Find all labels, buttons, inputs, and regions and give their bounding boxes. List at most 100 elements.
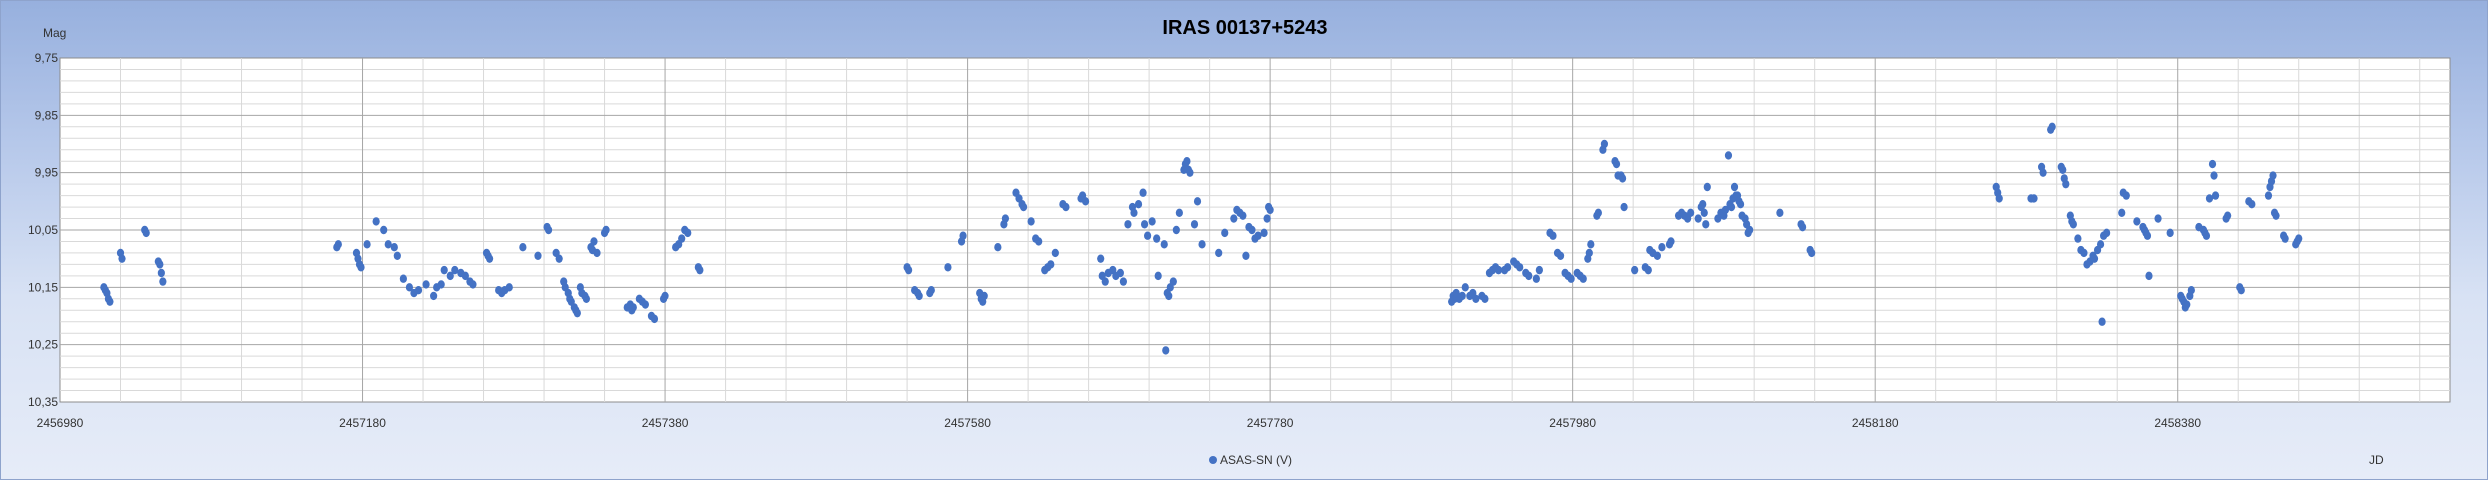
data-point [1239, 211, 1247, 220]
data-point [142, 228, 150, 238]
data-point [1027, 217, 1035, 226]
data-point [1198, 240, 1206, 249]
data-point [519, 243, 527, 252]
data-point [106, 297, 114, 306]
data-point [390, 243, 398, 252]
data-point [1516, 263, 1524, 272]
data-point [414, 286, 423, 295]
data-point [1140, 220, 1149, 229]
data-point [1746, 225, 1754, 235]
data-point [1154, 271, 1162, 281]
data-point [1165, 291, 1173, 301]
data-point [1266, 205, 1274, 215]
data-point [1481, 294, 1489, 303]
data-point [1702, 220, 1710, 229]
data-point [2122, 191, 2130, 200]
data-point [2269, 171, 2277, 180]
data-point [1532, 274, 1540, 283]
data-point [1776, 208, 1784, 217]
data-point [534, 251, 542, 260]
data-point [157, 268, 165, 278]
data-point [573, 308, 581, 318]
x-tick-label: 2457580 [944, 416, 991, 430]
x-tick-label: 2456980 [37, 416, 84, 430]
data-point [485, 254, 494, 263]
data-point [1736, 200, 1745, 209]
data-point [2295, 234, 2303, 243]
data-point [1727, 202, 1736, 212]
data-point [2090, 254, 2099, 263]
data-point [1035, 237, 1043, 246]
y-tick-label: 9,95 [35, 166, 59, 180]
data-point [1221, 228, 1229, 238]
data-point [1694, 214, 1702, 223]
data-point [1612, 159, 1621, 169]
data-point [1631, 265, 1639, 275]
data-point [629, 303, 637, 312]
data-point [2210, 171, 2218, 180]
data-point [437, 280, 445, 289]
data-point [1567, 274, 1575, 283]
x-tick-label: 2457180 [339, 416, 386, 430]
data-point [2224, 211, 2232, 220]
data-point [156, 260, 164, 269]
data-point [602, 225, 610, 235]
data-point [1730, 182, 1739, 192]
x-axis-label: JD [2369, 453, 2384, 467]
data-point [1139, 188, 1147, 197]
y-ticks: 9,75 9,85 9,95 10,05 10,15 10,25 10,35 [28, 51, 58, 409]
data-point [1144, 231, 1152, 240]
data-point [2103, 228, 2111, 238]
y-tick-label: 10,25 [28, 338, 58, 352]
data-point [2166, 228, 2174, 238]
data-point [1699, 200, 1707, 209]
data-point [2098, 317, 2106, 326]
data-point [1525, 271, 1533, 281]
data-point [2062, 179, 2070, 189]
data-point [2039, 168, 2047, 177]
chart-frame: IRAS 00137+5243 Mag JD 9,75 9,85 9,95 10,05… [0, 0, 2488, 480]
data-point [1585, 248, 1593, 258]
x-ticks: 2456980 2457180 2457380 2457580 2457780 24579… [37, 416, 2202, 430]
data-point [440, 265, 448, 275]
data-point [2069, 220, 2077, 229]
data-point [2183, 300, 2191, 309]
data-point [2272, 211, 2280, 220]
data-point [2264, 191, 2273, 200]
data-point [1700, 208, 1708, 217]
x-tick-label: 2457780 [1247, 416, 1294, 430]
data-point [678, 234, 686, 243]
data-point [1618, 174, 1627, 183]
data-point [1798, 222, 1807, 232]
x-tick-label: 2457980 [1549, 416, 1596, 430]
data-point [959, 231, 967, 240]
data-point [1242, 251, 1250, 260]
y-tick-label: 9,85 [35, 108, 59, 122]
data-point [118, 254, 126, 263]
data-point [2154, 214, 2162, 223]
data-point [1461, 283, 1469, 292]
y-tick-label: 10,15 [28, 280, 58, 294]
data-point [2133, 217, 2141, 226]
data-point [1600, 139, 1609, 149]
data-point [1579, 274, 1587, 283]
chart-title: IRAS 00137+5243 [1162, 17, 1327, 39]
data-point [555, 254, 563, 263]
data-point [1215, 248, 1223, 258]
data-point [696, 265, 704, 275]
data-point [915, 291, 923, 301]
data-point [2080, 248, 2088, 258]
x-tick-label: 2458380 [2154, 416, 2201, 430]
data-point [2281, 234, 2289, 243]
data-point [1183, 157, 1191, 166]
data-point [582, 294, 591, 303]
y-tick-label: 10,05 [28, 223, 58, 237]
data-point [1549, 231, 1557, 240]
data-point [593, 248, 601, 258]
data-point [2187, 286, 2195, 295]
data-point [1101, 277, 1109, 286]
data-point [2059, 165, 2067, 174]
data-point [1081, 197, 1090, 206]
data-point [1995, 194, 2003, 203]
data-point [1019, 202, 1028, 212]
